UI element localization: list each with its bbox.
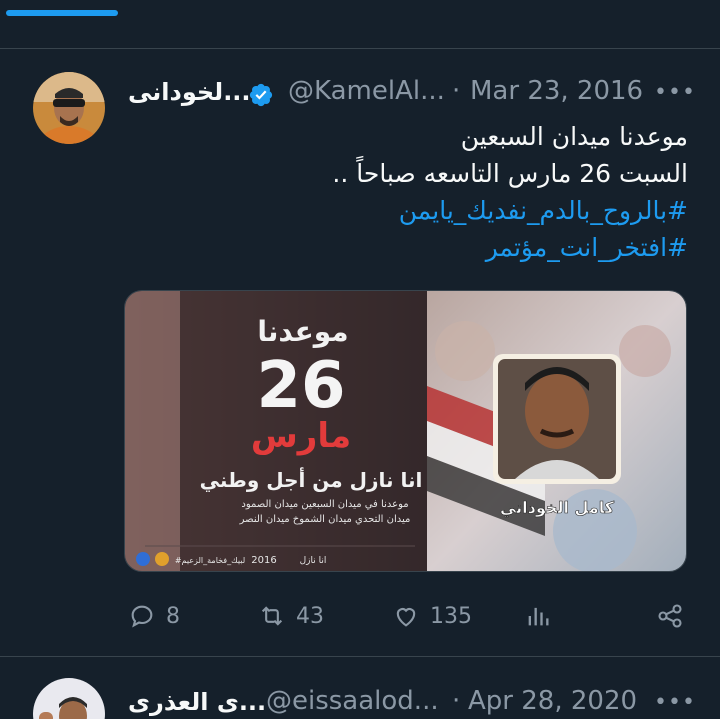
user-handle[interactable]: @KamelAl...	[288, 76, 445, 106]
media-footer-year: 2016	[251, 555, 276, 566]
display-name[interactable]: ...ى العذرى	[128, 688, 266, 716]
retweet-button[interactable]: 43	[258, 596, 324, 636]
share-button[interactable]	[656, 596, 684, 636]
verified-badge-icon	[249, 83, 273, 107]
analytics-icon	[528, 607, 549, 626]
share-icon	[658, 604, 682, 628]
heart-icon	[396, 608, 416, 627]
tweet-media-image[interactable]: موعدنا 26 مارس انا نازل من أجل وطني موعد…	[124, 290, 687, 572]
analytics-button[interactable]	[524, 596, 552, 636]
hashtag-link[interactable]: #بالروح_بالدم_نفديك_يايمن	[332, 192, 688, 229]
reply-icon	[131, 605, 153, 628]
tweet-line: السبت 26 مارس التاسعه صباحاً ..	[332, 159, 688, 188]
like-count: 135	[430, 603, 472, 629]
media-month: مارس	[251, 416, 351, 456]
media-headline: موعدنا	[257, 315, 348, 348]
tweet-actions: 8 43 135	[0, 596, 720, 636]
media-footer-tag: #لبيك_فخامة_الزعيم	[175, 556, 245, 565]
media-artwork: موعدنا 26 مارس انا نازل من أجل وطني موعد…	[125, 291, 686, 571]
reply-button[interactable]: 8	[128, 596, 180, 636]
media-line: ميدان التحدي ميدان الشموخ ميدان النصر	[239, 514, 411, 525]
media-number: 26	[256, 349, 345, 423]
media-footer-tag: انا نازل	[300, 556, 327, 566]
hashtag-link[interactable]: #افتخر_انت_مؤتمر	[332, 229, 688, 266]
tweet-text: موعدنا ميدان السبعين السبت 26 مارس التاس…	[332, 118, 688, 266]
user-handle[interactable]: @eissaalod...	[266, 686, 439, 716]
media-line: موعدنا في ميدان السبعين ميدان الصمود	[241, 499, 408, 510]
tweet-date[interactable]: Apr 28, 2020	[468, 686, 637, 716]
tweet-line: موعدنا ميدان السبعين	[460, 122, 688, 151]
display-name[interactable]: ...لخودانى	[128, 78, 251, 106]
retweet-icon	[261, 606, 283, 626]
like-button[interactable]: 135	[392, 596, 472, 636]
media-slogan: انا نازل من أجل وطني	[200, 466, 423, 493]
reply-count: 8	[166, 603, 180, 629]
tweet[interactable]: ...لخودانى @KamelAl... · Mar 23, 2016 ••…	[0, 0, 720, 656]
tweet-date[interactable]: Mar 23, 2016	[470, 76, 643, 106]
separator: ·	[452, 76, 461, 106]
media-caption: كامل الخوداني	[500, 498, 615, 518]
tweet[interactable]: ...ى العذرى @eissaalod... · Apr 28, 2020…	[0, 656, 720, 719]
separator: ·	[452, 686, 461, 716]
more-options-icon[interactable]: •••	[654, 80, 696, 105]
more-options-icon[interactable]: •••	[654, 690, 696, 715]
retweet-count: 43	[296, 603, 324, 629]
